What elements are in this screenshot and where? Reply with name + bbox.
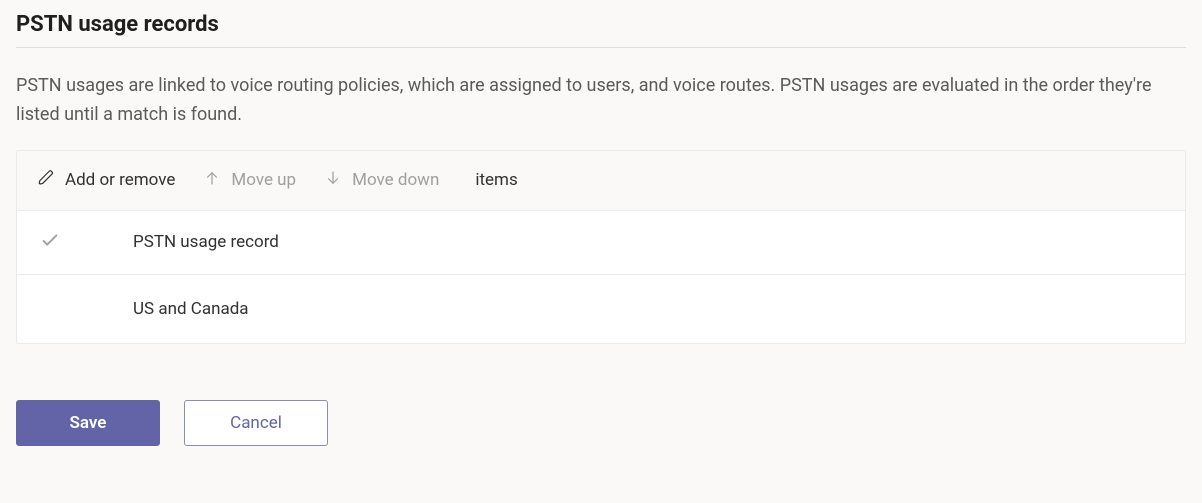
check-icon <box>39 229 61 256</box>
cancel-button[interactable]: Cancel <box>184 400 328 446</box>
move-up-button[interactable]: Move up <box>203 169 296 192</box>
page-title: PSTN usage records <box>16 12 1186 48</box>
items-count-label: items <box>475 170 517 190</box>
move-down-label: Move down <box>352 170 439 190</box>
row-name-cell: US and Canada <box>133 299 249 319</box>
move-down-button[interactable]: Move down <box>324 169 439 192</box>
page-description: PSTN usages are linked to voice routing … <box>16 72 1186 130</box>
add-or-remove-label: Add or remove <box>65 170 175 190</box>
arrow-up-icon <box>203 169 221 192</box>
table-row[interactable]: US and Canada <box>17 275 1185 343</box>
select-all-column[interactable] <box>39 229 133 256</box>
arrow-down-icon <box>324 169 342 192</box>
usage-records-panel: Add or remove Move up Move down items <box>16 150 1186 344</box>
add-or-remove-button[interactable]: Add or remove <box>37 169 175 192</box>
toolbar: Add or remove Move up Move down items <box>17 151 1185 211</box>
action-bar: Save Cancel <box>16 400 1186 446</box>
table-header-row: PSTN usage record <box>17 211 1185 275</box>
save-button[interactable]: Save <box>16 400 160 446</box>
pencil-icon <box>37 169 55 192</box>
move-up-label: Move up <box>231 170 296 190</box>
column-header-name: PSTN usage record <box>133 232 279 252</box>
